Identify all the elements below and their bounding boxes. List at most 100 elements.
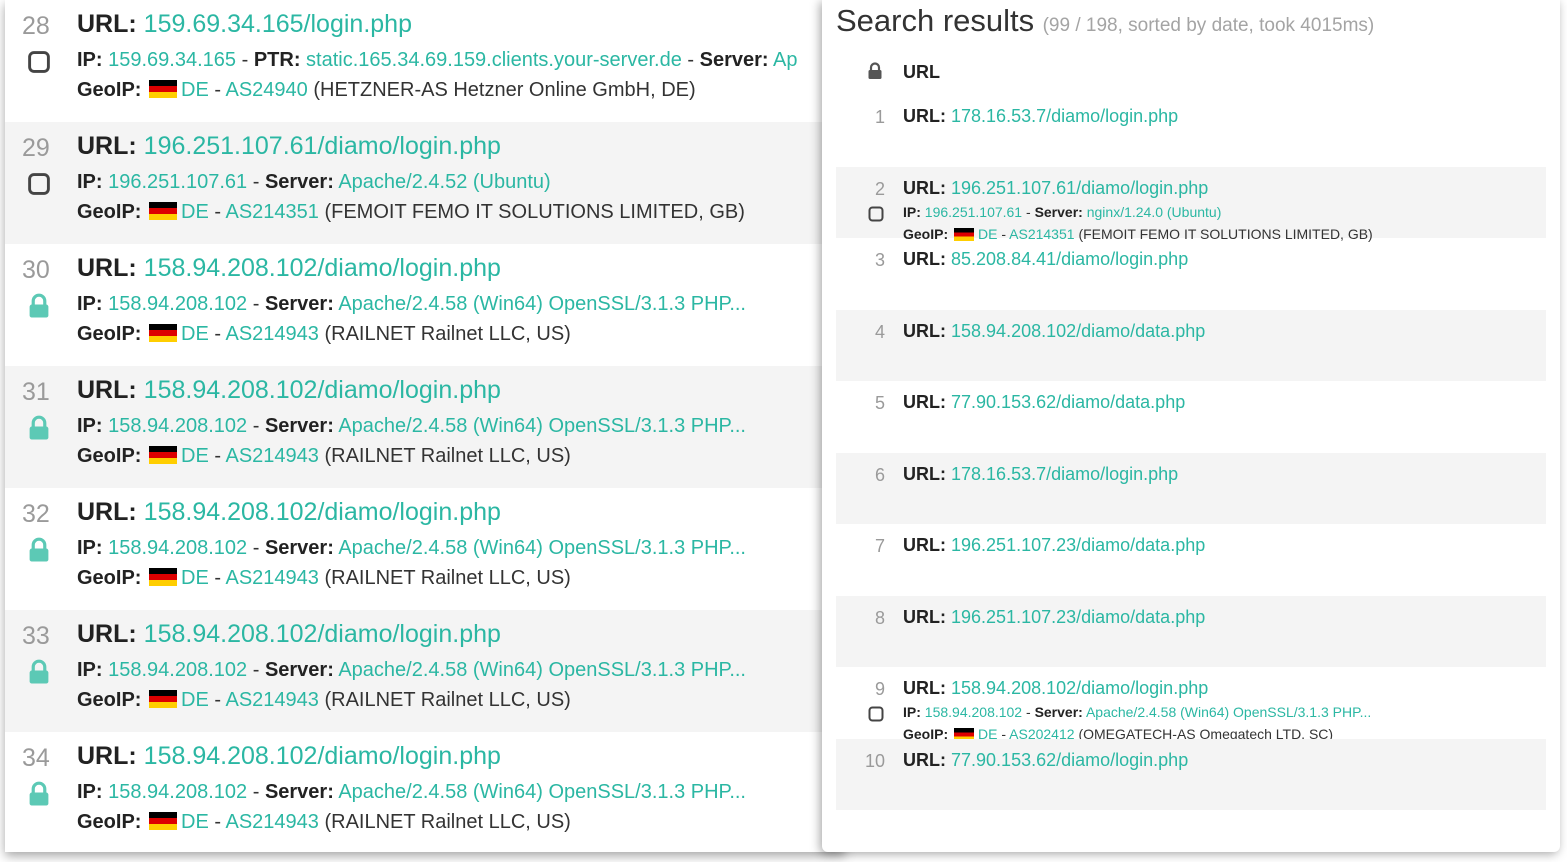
- result-row[interactable]: 34 URL: 158.94.208.102/diamo/login.php IP:…: [5, 732, 845, 852]
- url-link[interactable]: 159.69.34.165/login.php: [144, 10, 412, 38]
- url-link[interactable]: 77.90.153.62/diamo/data.php: [951, 392, 1185, 412]
- result-row[interactable]: 7 URL: 196.251.107.23/diamo/data.php: [836, 524, 1546, 596]
- result-row[interactable]: 1 URL: 178.16.53.7/diamo/login.php: [836, 95, 1546, 167]
- geoip-label: GeoIP:: [77, 445, 142, 467]
- url-link[interactable]: 85.208.84.41/diamo/login.php: [951, 249, 1188, 269]
- asn-link[interactable]: AS214943: [225, 689, 318, 711]
- results-header: Search results (99 / 198, sorted by date…: [836, 3, 1374, 39]
- ip-link[interactable]: 159.69.34.165: [108, 49, 236, 71]
- server-link[interactable]: Apache/2.4.58 (Win64) OpenSSL/3.1.3 PHP.…: [338, 781, 746, 803]
- result-row[interactable]: 29 URL: 196.251.107.61/diamo/login.php IP:…: [5, 122, 845, 244]
- server-link[interactable]: Apache/2.4.58 (Win64) OpenSSL/3.1.3 PHP.…: [1086, 704, 1371, 720]
- checkbox-icon[interactable]: [867, 705, 885, 728]
- country-link[interactable]: DE: [181, 323, 209, 345]
- server-link[interactable]: nginx/1.24.0 (Ubuntu): [1087, 204, 1222, 220]
- result-row[interactable]: 10 URL: 77.90.153.62/diamo/login.php: [836, 738, 1546, 810]
- checkbox-icon[interactable]: [867, 205, 885, 228]
- url-link[interactable]: 158.94.208.102/diamo/data.php: [951, 321, 1205, 341]
- lock-icon[interactable]: [26, 537, 52, 568]
- result-row[interactable]: 31 URL: 158.94.208.102/diamo/login.php IP:…: [5, 366, 845, 488]
- ip-line: IP: 158.94.208.102 - Server: Apache/2.4.…: [77, 781, 746, 804]
- asn-link[interactable]: AS214943: [225, 567, 318, 589]
- url-line: URL: 158.94.208.102/diamo/login.php: [77, 498, 501, 527]
- result-row[interactable]: 30 URL: 158.94.208.102/diamo/login.php IP:…: [5, 244, 845, 366]
- separator: -: [1022, 704, 1035, 720]
- lock-icon[interactable]: [26, 415, 52, 446]
- result-row[interactable]: 33 URL: 158.94.208.102/diamo/login.php IP:…: [5, 610, 845, 732]
- server-label: Server:: [264, 659, 334, 681]
- server-link[interactable]: Apache/2.4.58 (Win64) OpenSSL/3.1.3 PHP.…: [338, 537, 746, 559]
- result-row[interactable]: 6 URL: 178.16.53.7/diamo/login.php: [836, 452, 1546, 524]
- country-link[interactable]: DE: [181, 689, 209, 711]
- country-link[interactable]: DE: [181, 201, 209, 223]
- separator: -: [247, 293, 265, 315]
- ptr-link[interactable]: static.165.34.69.159.clients.your-server…: [306, 49, 682, 71]
- result-row[interactable]: 5 URL: 77.90.153.62/diamo/data.php: [836, 381, 1546, 453]
- checkbox-icon[interactable]: [26, 171, 52, 202]
- lock-icon[interactable]: [26, 659, 52, 690]
- asn-link[interactable]: AS214943: [225, 445, 318, 467]
- separator: -: [208, 201, 226, 223]
- result-row[interactable]: 28 URL: 159.69.34.165/login.php IP: 159.69…: [5, 0, 845, 122]
- ip-link[interactable]: 158.94.208.102: [108, 415, 247, 437]
- url-line: URL: 196.251.107.23/diamo/data.php: [903, 535, 1205, 556]
- result-row[interactable]: 9 URL: 158.94.208.102/diamo/login.php IP: …: [836, 667, 1546, 742]
- server-link[interactable]: Apache/2.4.58 (Win64) OpenSSL/3.1.3 PHP.…: [338, 415, 746, 437]
- url-link[interactable]: 158.94.208.102/diamo/login.php: [144, 254, 501, 282]
- ip-link[interactable]: 158.94.208.102: [108, 659, 247, 681]
- asn-link[interactable]: AS24940: [225, 79, 307, 101]
- url-link[interactable]: 158.94.208.102/diamo/login.php: [144, 376, 501, 404]
- url-link[interactable]: 158.94.208.102/diamo/login.php: [951, 678, 1208, 698]
- ip-link[interactable]: 158.94.208.102: [925, 704, 1022, 720]
- germany-flag-icon: [149, 690, 178, 708]
- asn-link[interactable]: AS214943: [225, 323, 318, 345]
- result-row[interactable]: 8 URL: 196.251.107.23/diamo/data.php: [836, 595, 1546, 667]
- server-link[interactable]: Apache/2.4.52 (Ubuntu): [338, 171, 550, 193]
- lock-icon[interactable]: [26, 293, 52, 324]
- result-row[interactable]: 32 URL: 158.94.208.102/diamo/login.php IP:…: [5, 488, 845, 610]
- url-link[interactable]: 158.94.208.102/diamo/login.php: [144, 620, 501, 648]
- country-link[interactable]: DE: [181, 79, 209, 101]
- asn-link[interactable]: AS214351: [225, 201, 318, 223]
- ip-link[interactable]: 158.94.208.102: [108, 781, 247, 803]
- url-line: URL: 158.94.208.102/diamo/login.php: [77, 376, 501, 405]
- result-row[interactable]: 2 URL: 196.251.107.61/diamo/login.php IP: …: [836, 166, 1546, 242]
- country-link[interactable]: DE: [181, 567, 209, 589]
- server-link[interactable]: Apache/2.4.58 (Win64) OpenSSL/3.1.3 PHP.…: [338, 659, 746, 681]
- lock-icon[interactable]: [26, 781, 52, 812]
- ip-link[interactable]: 158.94.208.102: [108, 537, 247, 559]
- ip-link[interactable]: 158.94.208.102: [108, 293, 247, 315]
- url-link[interactable]: 196.251.107.61/diamo/login.php: [951, 178, 1208, 198]
- url-link[interactable]: 158.94.208.102/diamo/login.php: [144, 498, 501, 526]
- server-link[interactable]: Ap: [773, 49, 797, 71]
- result-row[interactable]: 4 URL: 158.94.208.102/diamo/data.php: [836, 309, 1546, 381]
- url-line: URL: 178.16.53.7/diamo/login.php: [903, 106, 1178, 127]
- asn-org: (FEMOIT FEMO IT SOLUTIONS LIMITED, GB): [324, 201, 745, 223]
- url-line: URL: 196.251.107.23/diamo/data.php: [903, 607, 1205, 628]
- url-link[interactable]: 196.251.107.23/diamo/data.php: [951, 607, 1205, 627]
- url-link[interactable]: 158.94.208.102/diamo/login.php: [144, 742, 501, 770]
- server-link[interactable]: Apache/2.4.58 (Win64) OpenSSL/3.1.3 PHP.…: [338, 293, 746, 315]
- result-row[interactable]: 3 URL: 85.208.84.41/diamo/login.php: [836, 238, 1546, 310]
- ip-link[interactable]: 196.251.107.61: [925, 204, 1022, 220]
- column-header-url[interactable]: URL: [903, 62, 940, 83]
- country-link[interactable]: DE: [181, 445, 209, 467]
- url-link[interactable]: 178.16.53.7/diamo/login.php: [951, 464, 1178, 484]
- url-link[interactable]: 196.251.107.23/diamo/data.php: [951, 535, 1205, 555]
- ip-line: IP: 196.251.107.61 - Server: nginx/1.24.…: [903, 204, 1221, 220]
- results-title: Search results: [836, 3, 1035, 38]
- url-label: URL:: [903, 678, 946, 698]
- url-link[interactable]: 77.90.153.62/diamo/login.php: [951, 750, 1188, 770]
- ip-label: IP:: [77, 293, 103, 315]
- separator: -: [208, 79, 226, 101]
- checkbox-icon[interactable]: [26, 49, 52, 80]
- url-link[interactable]: 196.251.107.61/diamo/login.php: [144, 132, 501, 160]
- asn-link[interactable]: AS214943: [225, 811, 318, 833]
- url-line: URL: 159.69.34.165/login.php: [77, 10, 412, 39]
- row-number: 9: [874, 679, 885, 699]
- asn-org: (RAILNET Railnet LLC, US): [324, 689, 571, 711]
- ip-link[interactable]: 196.251.107.61: [108, 171, 247, 193]
- url-link[interactable]: 178.16.53.7/diamo/login.php: [951, 106, 1178, 126]
- country-link[interactable]: DE: [181, 811, 209, 833]
- row-number: 28: [22, 12, 50, 40]
